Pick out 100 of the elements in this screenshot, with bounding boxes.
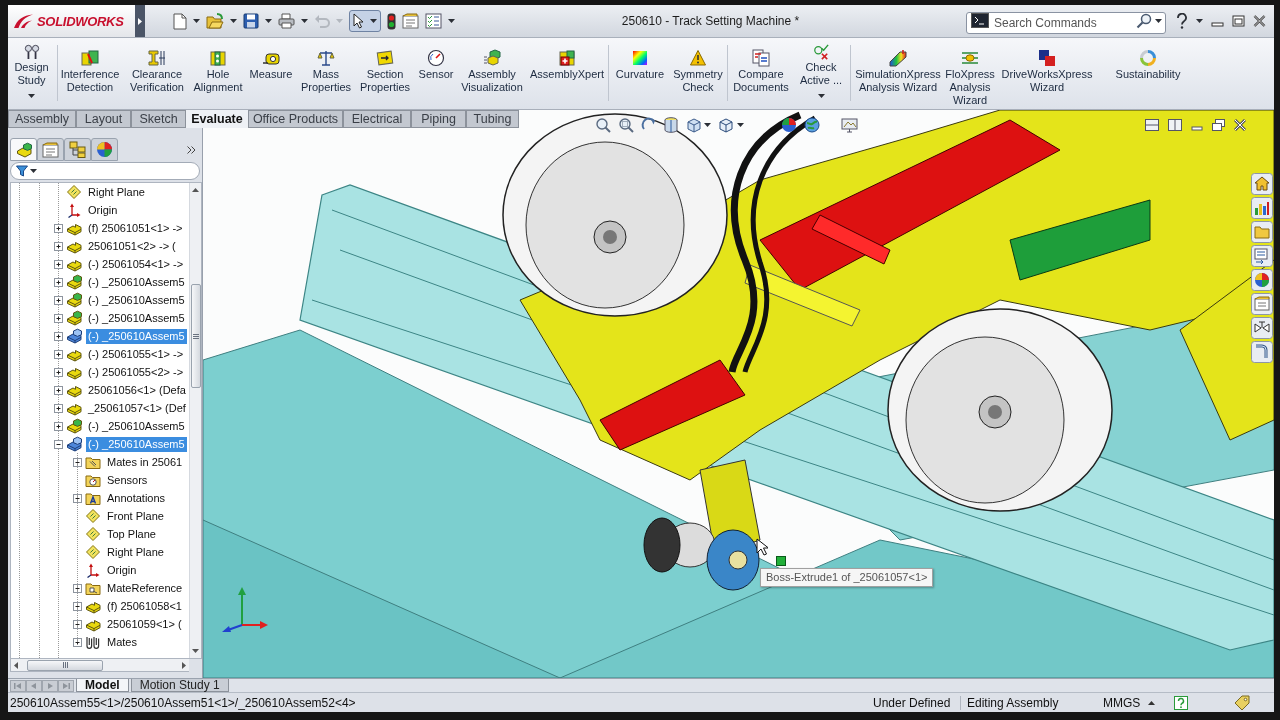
expand-icon[interactable] [54,421,63,431]
tree-item[interactable]: (f) 25061058<1 [105,598,184,614]
ribbon-button[interactable]: DriveWorksXpress Wizard [995,38,1099,108]
monitor-icon[interactable] [841,117,858,133]
ribbon-button[interactable]: SimulationXpress Analysis Wizard [851,38,945,108]
ribbon-button[interactable]: Symmetry Check [671,38,725,108]
filter-field[interactable] [10,162,200,180]
save-icon[interactable] [243,13,259,29]
model-tab[interactable]: Motion Study 1 [130,679,229,692]
open-folder-icon[interactable] [206,13,224,29]
traffic-light-icon[interactable] [387,12,396,30]
caret-up-icon[interactable] [1148,700,1156,705]
caret-down-icon[interactable] [30,169,37,173]
tree-item[interactable]: (-) _250610Assem5 [86,418,187,434]
caret-down-icon[interactable] [448,19,455,23]
close-icon[interactable] [1253,15,1266,27]
command-tab[interactable]: Piping [411,110,466,128]
caret-down-icon[interactable] [1155,19,1162,23]
color-ball-icon[interactable] [781,117,797,133]
expand-icon[interactable] [54,259,63,269]
tree-item[interactable]: Mates [105,634,139,650]
restore-icon[interactable] [1212,119,1225,131]
ribbon-button[interactable]: Clearance Verification [122,38,192,108]
expand-icon[interactable] [73,637,82,647]
ribbon-button[interactable]: Compare Documents [728,38,794,108]
tree-item[interactable]: (-) 25061055<1> -> [86,346,186,362]
expand-icon[interactable] [54,277,63,287]
expand-icon[interactable] [54,223,63,233]
panel-tab[interactable] [91,138,118,161]
caret-down-icon[interactable] [737,123,744,127]
vertical-scrollbar[interactable] [189,183,201,658]
search-field[interactable]: Search Commands [966,12,1166,34]
tree-item[interactable]: 25061056<1> (Defa [86,382,188,398]
tag-icon[interactable] [1234,694,1251,711]
tree-item[interactable]: Origin [86,202,120,218]
expand-icon[interactable] [54,385,63,395]
valve-icon[interactable] [1251,317,1273,339]
command-tab[interactable]: Electrical [343,110,411,128]
tree-item[interactable]: Front Plane [105,508,166,524]
caret-down-icon[interactable] [704,123,711,127]
caret-down-icon[interactable] [193,19,200,23]
expand-icon[interactable] [73,619,82,629]
tree-item[interactable]: Right Plane [86,184,147,200]
bar-chart-icon[interactable] [1251,197,1273,219]
command-tab[interactable]: Layout [76,110,131,128]
menu-flyout-button[interactable] [135,5,145,37]
tree-item[interactable]: Top Plane [105,526,158,542]
search-icon[interactable] [1136,13,1152,29]
tree-item[interactable]: 25061051<2> -> ( [86,238,178,254]
tree-item[interactable]: (-) 25061055<2> -> [86,364,186,380]
horizontal-scrollbar[interactable] [10,659,189,672]
model-tab[interactable]: Model [76,679,129,692]
file-properties-icon[interactable] [402,13,419,29]
ribbon-button[interactable]: Assembly Visualization [456,38,528,108]
new-document-icon[interactable] [173,12,187,30]
expand-icon[interactable] [73,493,82,503]
ribbon-button[interactable]: AssemblyXpert [528,38,606,108]
tree-item[interactable]: 25061059<1> ( [105,616,184,632]
ribbon-button[interactable]: Sustainability [1099,38,1197,108]
command-tab[interactable]: Evaluate [186,110,248,128]
printer-icon[interactable] [278,13,295,29]
double-chevron-right-icon[interactable] [187,146,196,154]
tree-item[interactable]: Origin [105,562,139,578]
cube-icon[interactable] [718,117,734,133]
select-button[interactable] [349,10,381,32]
help-icon[interactable] [1176,13,1188,29]
tree-item[interactable]: (f) 25061051<1> -> [86,220,185,236]
ribbon-button[interactable]: Check Active ... [794,38,848,108]
tree-item[interactable]: Annotations [105,490,168,506]
caret-down-icon[interactable] [1196,19,1203,23]
caret-down-icon[interactable] [265,19,272,23]
expand-icon[interactable] [54,295,63,305]
ribbon-button[interactable]: Curvature [609,38,671,108]
expand-icon[interactable] [54,349,63,359]
restore-icon[interactable] [1232,15,1245,27]
tree-item[interactable]: (-) _250610Assem5 [86,292,187,308]
expand-icon[interactable] [54,367,63,377]
tree-item[interactable]: (-) _250610Assem5 [86,310,187,326]
command-tab[interactable]: Office Products [248,110,343,128]
close-icon[interactable] [1234,119,1246,131]
expand-icon[interactable] [54,241,63,251]
checklist-icon[interactable] [425,13,442,29]
expand-icon[interactable] [73,583,82,593]
ribbon-button[interactable]: Sensor [416,38,456,108]
panel-tab[interactable] [64,138,91,161]
tree-item[interactable]: MateReference [105,580,185,596]
tree-item[interactable]: (-) 25061054<1> -> [86,256,186,272]
magnifier-icon[interactable] [595,117,611,133]
scroll-up-icon[interactable] [192,188,199,192]
scrollbar-thumb[interactable] [190,284,201,388]
expand-icon[interactable] [54,403,63,413]
tile-vertical-icon[interactable] [1168,119,1182,131]
tree-item[interactable]: Sensors [105,472,150,488]
magnifier-box-icon[interactable] [618,117,634,133]
tree-item[interactable]: Right Plane [105,544,166,560]
caret-down-icon[interactable] [817,94,825,98]
expand-icon[interactable] [73,457,82,467]
ribbon-button[interactable]: Measure [244,38,298,108]
scroll-left-icon[interactable] [14,661,18,669]
caret-down-icon[interactable] [230,19,237,23]
